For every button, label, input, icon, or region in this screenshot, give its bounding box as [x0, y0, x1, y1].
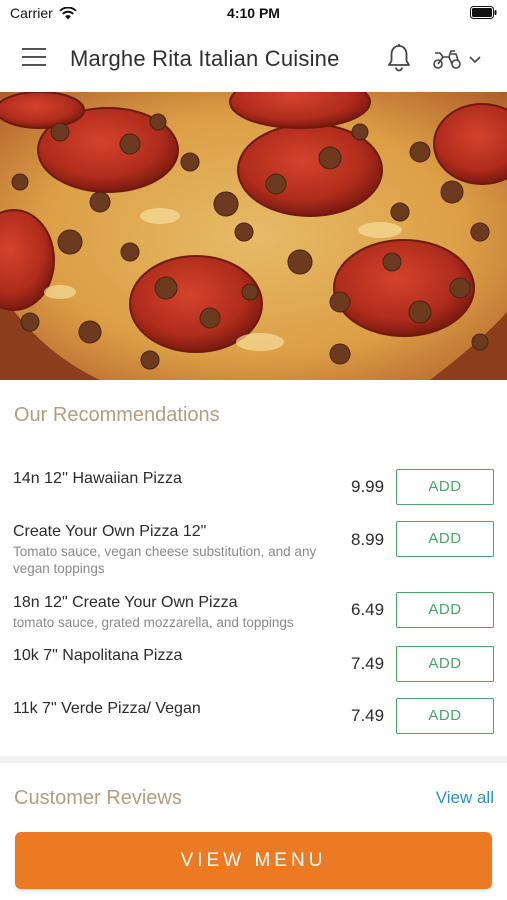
section-divider — [0, 756, 507, 763]
reviews-title: Customer Reviews — [14, 787, 182, 809]
recommendations-title: Our Recommendations — [14, 404, 220, 426]
item-name: Create Your Own Pizza 12" — [13, 523, 207, 540]
item-description: tomato sauce, grated mozzarella, and top… — [13, 615, 294, 630]
delivery-mode-selector[interactable] — [432, 46, 490, 72]
item-price: 7.49 — [351, 654, 385, 673]
page-title: Marghe Rita Italian Cuisine — [70, 46, 340, 71]
view-menu-button[interactable]: VIEW MENU — [15, 832, 492, 889]
bell-icon[interactable] — [386, 43, 412, 73]
item-price: 6.49 — [351, 600, 385, 619]
add-button[interactable]: ADD — [396, 469, 494, 505]
pizza-photo — [0, 92, 507, 380]
view-all-link[interactable]: View all — [436, 788, 494, 808]
add-button[interactable]: ADD — [396, 521, 494, 557]
status-bar: Carrier 4:10 PM — [0, 0, 507, 26]
hamburger-menu-icon[interactable] — [22, 48, 48, 70]
item-name: 18n 12" Create Your Own Pizza — [13, 594, 238, 611]
item-description: Tomato sauce, vegan cheese substitution,… — [13, 544, 317, 576]
item-price: 7.49 — [351, 706, 385, 725]
item-name: 14n 12'' Hawaiian Pizza — [13, 470, 182, 487]
item-name: 10k 7" Napolitana Pizza — [13, 647, 183, 664]
app-header: Marghe Rita Italian Cuisine — [0, 26, 507, 92]
chevron-down-icon — [469, 56, 481, 64]
add-button[interactable]: ADD — [396, 698, 494, 734]
scooter-icon — [433, 50, 461, 69]
item-price: 8.99 — [351, 530, 385, 549]
item-name: 11k 7" Verde Pizza/ Vegan — [13, 700, 201, 717]
add-button[interactable]: ADD — [396, 646, 494, 682]
status-time: 4:10 PM — [227, 5, 280, 21]
hero-pizza-image — [0, 92, 507, 380]
add-button[interactable]: ADD — [396, 592, 494, 628]
battery-icon — [470, 6, 497, 19]
item-price: 9.99 — [351, 477, 385, 496]
